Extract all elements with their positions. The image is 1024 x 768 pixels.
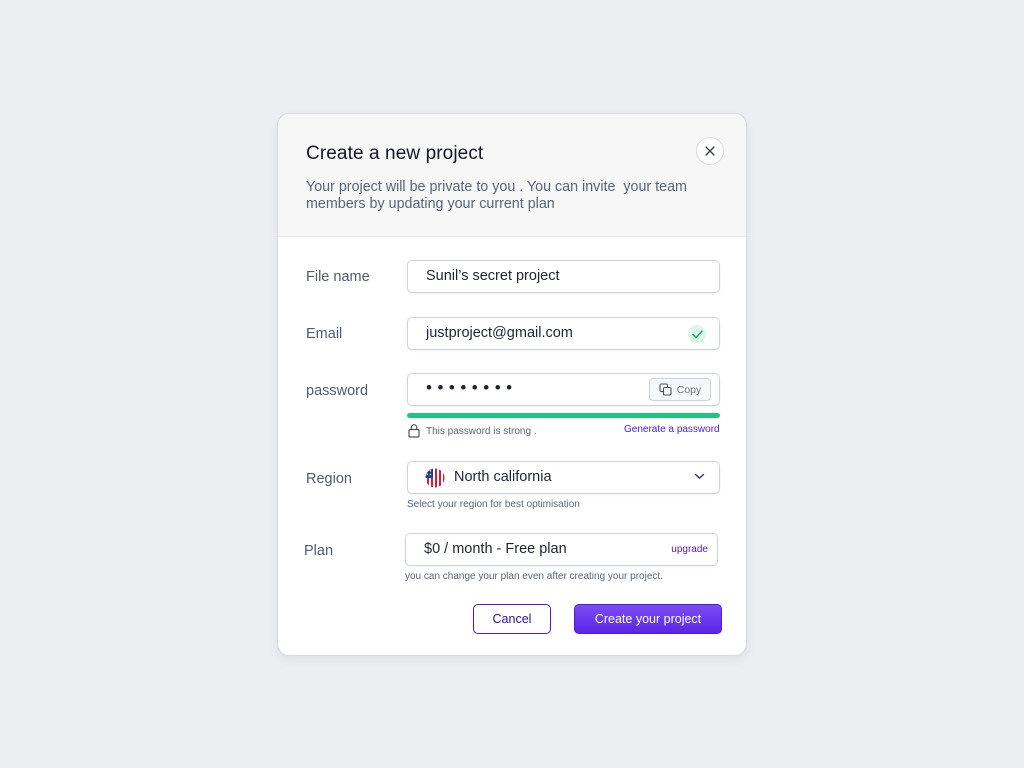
password-label: password (306, 383, 369, 399)
modal-subtitle: Your project will be private to you . Yo… (306, 179, 691, 212)
us-flag-icon (425, 468, 445, 488)
email-value: justproject@gmail.com (426, 325, 573, 341)
modal-header: Create a new project Your project will b… (278, 114, 746, 237)
password-input[interactable]: •••••••• Copy (407, 373, 720, 406)
plan-helper-text: you can change your plan even after crea… (405, 571, 663, 582)
email-input[interactable]: justproject@gmail.com (407, 317, 720, 350)
close-button[interactable] (696, 137, 724, 165)
create-project-button[interactable]: Create your project (574, 604, 722, 634)
password-strength-bar (407, 413, 720, 418)
copy-button[interactable]: Copy (649, 378, 711, 401)
upgrade-link[interactable]: upgrade (671, 544, 708, 555)
copy-icon (659, 383, 672, 396)
lock-icon (408, 424, 420, 438)
region-select[interactable]: North california (407, 461, 720, 494)
plan-label: Plan (304, 543, 334, 559)
modal-title: Create a new project (306, 143, 484, 164)
file-name-label: File name (306, 269, 370, 285)
region-value: North california (454, 469, 552, 485)
email-label: Email (306, 326, 343, 342)
file-name-input[interactable]: Sunil’s secret project (407, 260, 720, 293)
check-icon (688, 325, 706, 343)
close-icon (705, 146, 715, 156)
chevron-down-icon (694, 473, 705, 479)
plan-field[interactable]: $0 / month - Free plan upgrade (405, 533, 718, 566)
password-strength-text: This password is strong . (426, 426, 537, 437)
region-label: Region (306, 471, 352, 487)
password-strength-fill (407, 413, 720, 418)
plan-value: $0 / month - Free plan (424, 541, 567, 557)
password-value: •••••••• (426, 378, 518, 397)
region-helper-text: Select your region for best optimisation (407, 499, 580, 510)
generate-password-link[interactable]: Generate a password (624, 424, 720, 435)
create-project-modal: Create a new project Your project will b… (277, 113, 747, 656)
copy-label: Copy (676, 383, 702, 396)
cancel-button[interactable]: Cancel (473, 604, 551, 634)
file-name-value: Sunil’s secret project (426, 268, 560, 284)
